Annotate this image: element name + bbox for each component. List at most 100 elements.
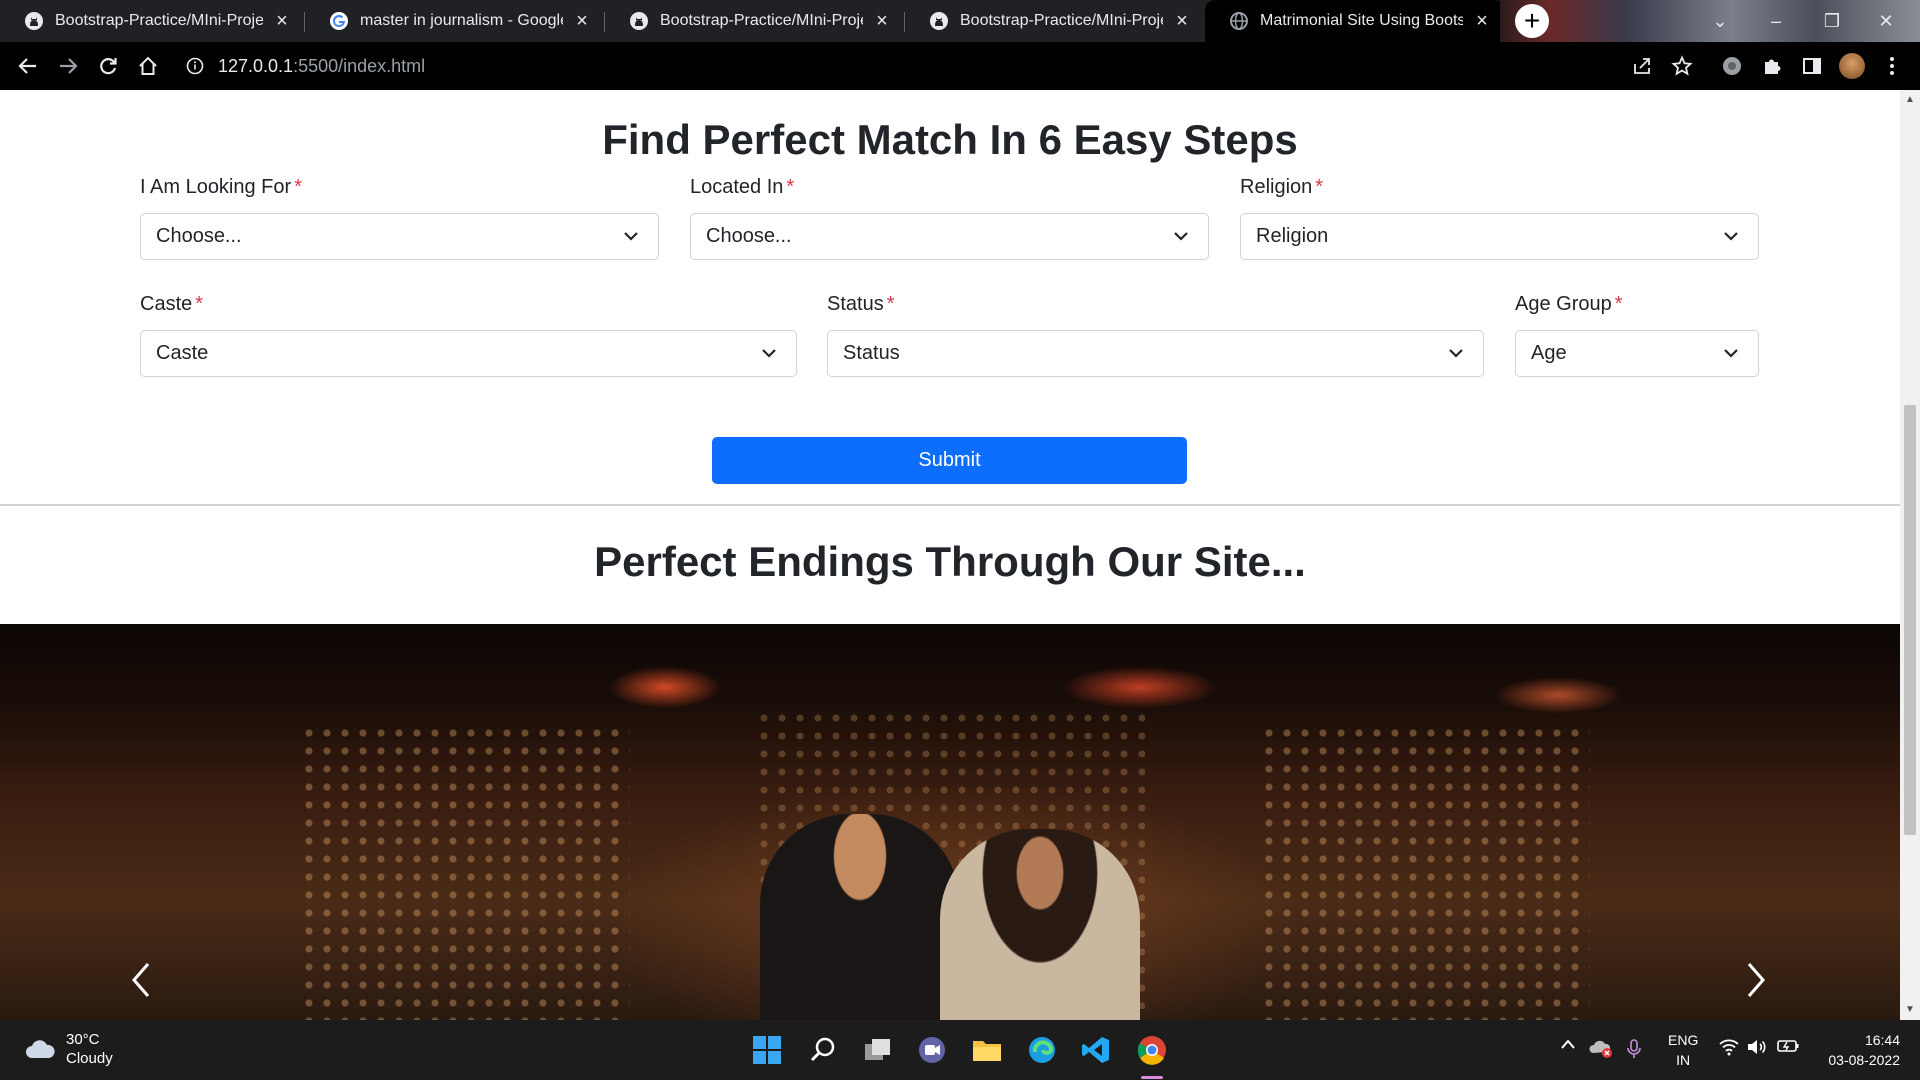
- tab-title: Bootstrap-Practice/MIni-Project_: [960, 12, 1163, 29]
- vscode-icon[interactable]: [1078, 1032, 1114, 1068]
- label-text: Located In: [690, 176, 784, 198]
- start-windows-icon[interactable]: [749, 1032, 785, 1068]
- minimize-icon[interactable]: –: [1756, 6, 1796, 36]
- extension-icon[interactable]: [1718, 52, 1746, 80]
- tab-title: Bootstrap-Practice/MIni-Project_: [660, 12, 863, 29]
- age-group-select[interactable]: Age: [1515, 330, 1759, 377]
- looking-for-select[interactable]: Choose...: [140, 213, 659, 260]
- carousel-prev-button[interactable]: [121, 950, 161, 1010]
- browser-tab[interactable]: master in journalism - Google Se ×: [305, 0, 605, 42]
- globe-icon: [1229, 11, 1249, 31]
- microphone-icon[interactable]: [1626, 1038, 1642, 1060]
- edge-browser-icon[interactable]: [1024, 1032, 1060, 1068]
- language-indicator[interactable]: ENG IN: [1668, 1030, 1698, 1070]
- religion-select[interactable]: Religion: [1240, 213, 1759, 260]
- address-bar[interactable]: 127.0.0.1:5500/index.html: [178, 49, 1678, 83]
- browser-tab[interactable]: Bootstrap-Practice/MIni-Project_ ×: [0, 0, 305, 42]
- close-tab-icon[interactable]: ×: [271, 10, 293, 32]
- back-icon[interactable]: [14, 52, 42, 80]
- lang-region: IN: [1676, 1052, 1691, 1068]
- browser-tab-active[interactable]: Matrimonial Site Using Bootstrap ×: [1205, 0, 1505, 42]
- onedrive-error-icon[interactable]: [1588, 1038, 1614, 1060]
- tab-search-icon[interactable]: ⌄: [1700, 6, 1740, 36]
- located-in-select[interactable]: Choose...: [690, 213, 1209, 260]
- browser-tab-strip: Bootstrap-Practice/MIni-Project_ × maste…: [0, 0, 1920, 42]
- site-info-icon[interactable]: [186, 57, 204, 80]
- weather-widget[interactable]: 30°C Cloudy: [24, 1030, 113, 1068]
- select-value: Choose...: [706, 225, 792, 247]
- chevron-down-icon: [624, 232, 638, 241]
- close-tab-icon[interactable]: ×: [1171, 10, 1193, 32]
- forward-icon[interactable]: [54, 52, 82, 80]
- show-hidden-icons-icon[interactable]: [1560, 1038, 1576, 1050]
- required-marker: *: [1614, 293, 1623, 315]
- field-label-status: Status *: [827, 293, 895, 316]
- web-page: Find Perfect Match In 6 Easy Steps I Am …: [0, 90, 1900, 1020]
- weather-desc: Cloudy: [66, 1050, 113, 1067]
- field-label-age-group: Age Group *: [1515, 293, 1623, 316]
- decor-lattice: [1260, 724, 1590, 1020]
- tab-title: Matrimonial Site Using Bootstrap: [1260, 12, 1463, 29]
- search-icon[interactable]: [805, 1032, 841, 1068]
- puzzle-icon[interactable]: [1758, 52, 1786, 80]
- url-path: :5500/index.html: [293, 55, 426, 76]
- status-select[interactable]: Status: [827, 330, 1484, 377]
- google-icon: [329, 11, 349, 31]
- url-text: 127.0.0.1:5500/index.html: [218, 56, 425, 77]
- label-text: Age Group: [1515, 293, 1612, 315]
- select-value: Status: [843, 342, 900, 364]
- carousel-next-button[interactable]: [1736, 950, 1776, 1010]
- lang-code: ENG: [1668, 1032, 1699, 1048]
- close-tab-icon[interactable]: ×: [871, 10, 893, 32]
- close-tab-icon[interactable]: ×: [571, 10, 593, 32]
- required-marker: *: [786, 176, 795, 198]
- new-tab-button[interactable]: +: [1515, 4, 1549, 38]
- select-value: Age: [1531, 342, 1567, 364]
- side-panel-icon[interactable]: [1798, 52, 1826, 80]
- active-app-indicator: [1141, 1076, 1163, 1079]
- label-text: Caste: [140, 293, 193, 315]
- system-clock[interactable]: 16:44 03-08-2022: [1816, 1030, 1900, 1070]
- section-divider: [0, 504, 1900, 506]
- select-value: Choose...: [156, 225, 242, 247]
- select-value: Caste: [156, 342, 209, 364]
- decor-lattice: [300, 724, 630, 1020]
- url-host: 127.0.0.1: [218, 55, 294, 76]
- profile-avatar-icon[interactable]: [1838, 52, 1866, 80]
- file-explorer-icon[interactable]: [969, 1032, 1005, 1068]
- battery-icon[interactable]: [1776, 1038, 1800, 1054]
- browser-tab[interactable]: Bootstrap-Practice/MIni-Project_ ×: [605, 0, 905, 42]
- chrome-icon[interactable]: [1134, 1032, 1170, 1068]
- label-text: I Am Looking For: [140, 176, 292, 198]
- cloud-icon: [26, 1040, 55, 1058]
- volume-icon[interactable]: [1746, 1038, 1768, 1056]
- chevron-down-icon: [762, 349, 776, 358]
- chevron-down-icon: [1724, 232, 1738, 241]
- required-marker: *: [294, 176, 302, 198]
- maximize-icon[interactable]: ❐: [1812, 6, 1852, 36]
- home-icon[interactable]: [134, 52, 162, 80]
- close-tab-icon[interactable]: ×: [1471, 10, 1493, 32]
- form-title: Find Perfect Match In 6 Easy Steps: [602, 116, 1298, 163]
- github-icon: [629, 11, 649, 31]
- browser-tab[interactable]: Bootstrap-Practice/MIni-Project_ ×: [905, 0, 1205, 42]
- scroll-down-icon[interactable]: ▼: [1905, 1004, 1915, 1015]
- submit-button[interactable]: Submit: [712, 437, 1187, 484]
- required-marker: *: [886, 293, 895, 315]
- tab-title: Bootstrap-Practice/MIni-Project_: [55, 12, 263, 29]
- page-scrollbar[interactable]: ▲ ▼: [1900, 90, 1920, 1020]
- caste-select[interactable]: Caste: [140, 330, 797, 377]
- menu-kebab-icon[interactable]: [1878, 52, 1906, 80]
- scrollbar-thumb[interactable]: [1904, 405, 1916, 835]
- chevron-down-icon: [1724, 349, 1738, 358]
- close-window-icon[interactable]: ✕: [1866, 6, 1906, 36]
- windows-taskbar: 30°C Cloudy ENG IN 16:44 03-08-2022: [0, 1020, 1920, 1080]
- reload-icon[interactable]: [94, 52, 122, 80]
- teams-chat-icon[interactable]: [914, 1032, 950, 1068]
- gallery-title: Perfect Endings Through Our Site...: [594, 538, 1306, 585]
- chevron-down-icon: [1449, 349, 1463, 358]
- wifi-icon[interactable]: [1718, 1038, 1740, 1056]
- avatar: [1839, 53, 1865, 79]
- task-view-icon[interactable]: [860, 1032, 896, 1068]
- scroll-up-icon[interactable]: ▲: [1905, 94, 1915, 105]
